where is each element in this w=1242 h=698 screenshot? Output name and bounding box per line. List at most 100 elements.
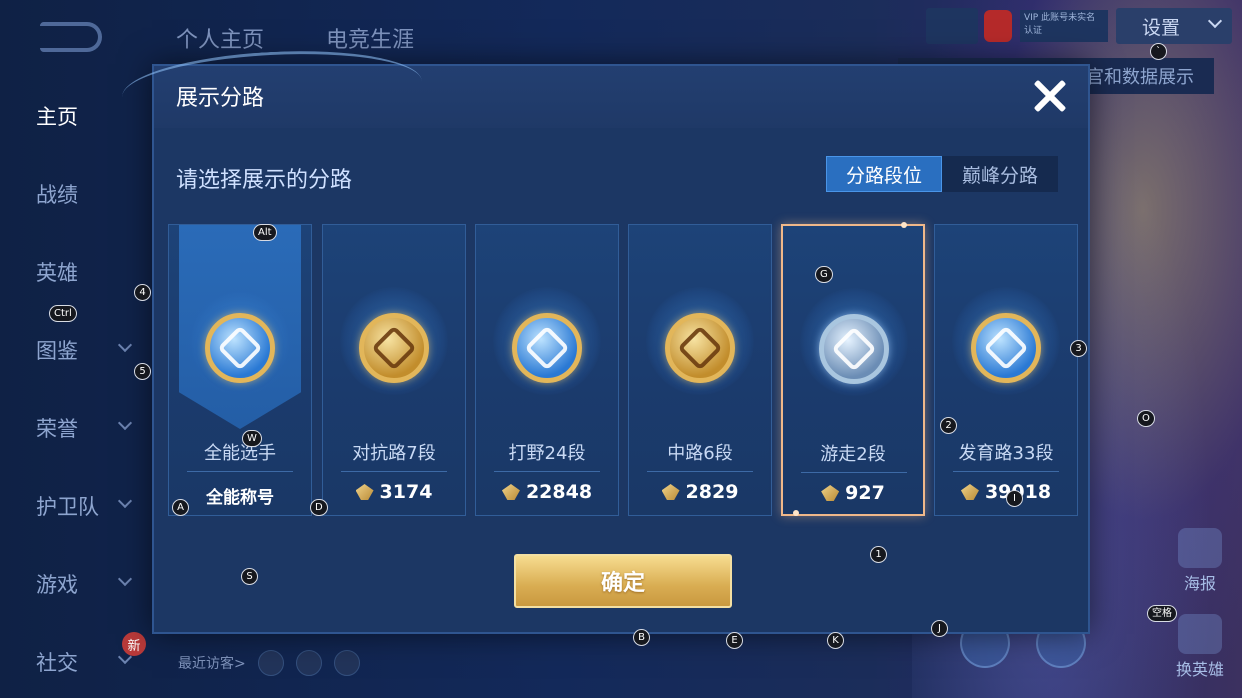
points-icon: [355, 484, 374, 500]
settings-dropdown[interactable]: 设置: [1116, 8, 1232, 44]
medal-emblem: [831, 326, 877, 372]
all-round-medal-icon: [205, 313, 275, 383]
selected-corner-dot: [793, 510, 799, 516]
lane-name: 对抗路7段: [352, 443, 436, 464]
key-hint: 4: [134, 284, 151, 301]
chevron-down-icon: [117, 493, 133, 509]
lane-card-farm-lane[interactable]: 发育路33段 39018: [934, 224, 1078, 516]
sidebar-item-guard-team[interactable]: 护卫队: [0, 486, 150, 526]
sidebar-item-label: 社交: [36, 651, 78, 675]
sidebar-item-collection[interactable]: 图鉴: [0, 330, 150, 370]
medal-emblem: [217, 325, 263, 371]
key-hint: 1: [870, 546, 887, 563]
key-hint: S: [241, 568, 258, 585]
card-divider: [953, 471, 1059, 472]
card-divider: [187, 471, 293, 472]
sidebar-item-game[interactable]: 游戏: [0, 564, 150, 604]
close-icon[interactable]: [1030, 76, 1070, 116]
chevron-down-icon: [117, 571, 133, 587]
lane-points: 927: [783, 482, 923, 504]
sidebar-item-record[interactable]: 战绩: [0, 174, 150, 214]
key-hint: I: [1006, 490, 1023, 507]
tab-esports-career[interactable]: 电竞生涯: [326, 22, 414, 54]
lane-card-clash-lane[interactable]: 对抗路7段 3174: [322, 224, 466, 516]
vip-status: VIP 此账号未实名认证: [1020, 10, 1108, 42]
chevron-down-icon: [117, 415, 133, 431]
sidebar-item-label: 荣誉: [36, 417, 78, 441]
dialog-header: 展示分路: [120, 44, 1088, 134]
points-icon: [661, 484, 680, 500]
medal-emblem: [524, 325, 570, 371]
sidebar-item-label: 英雄: [36, 261, 78, 285]
roam-medal-icon: [819, 314, 889, 384]
confirm-button[interactable]: 确定: [514, 554, 732, 608]
lane-name: 中路6段: [667, 443, 733, 464]
key-hint: E: [726, 632, 743, 649]
tab-lane-rank[interactable]: 分路段位: [826, 156, 942, 192]
points-icon: [501, 484, 520, 500]
card-divider: [647, 471, 753, 472]
lane-card-all-round[interactable]: 全能选手 全能称号: [168, 224, 312, 516]
sidebar-item-label: 护卫队: [36, 495, 99, 519]
tab-peak-lane[interactable]: 巅峰分路: [942, 156, 1058, 192]
visitor-avatar[interactable]: [257, 650, 284, 676]
chevron-down-icon: [117, 337, 133, 353]
dialog-title: 展示分路: [176, 86, 265, 111]
medal-emblem: [371, 325, 417, 371]
key-hint: O: [1137, 410, 1155, 427]
poster-label: 海报: [1183, 574, 1216, 593]
key-hint: B: [633, 629, 650, 646]
key-hint: Alt: [253, 224, 277, 241]
tab-profile[interactable]: 个人主页: [176, 22, 264, 54]
change-hero-icon: [1178, 614, 1222, 654]
sidebar-item-label: 游戏: [36, 573, 78, 597]
notification-icon[interactable]: [926, 8, 978, 44]
key-hint: A: [172, 499, 189, 516]
farm-lane-medal-icon: [971, 313, 1041, 383]
lane-tabs: 分路段位 巅峰分路: [826, 156, 1058, 192]
top-nav: 个人主页 电竞生涯: [176, 22, 414, 54]
sidebar-item-label: 战绩: [36, 183, 78, 207]
key-hint: W: [242, 430, 262, 447]
key-hint: J: [931, 620, 948, 637]
points-icon: [960, 484, 979, 500]
points-value: 3174: [379, 481, 433, 503]
sidebar-item-heroes[interactable]: 英雄: [0, 252, 150, 292]
clash-lane-medal-icon: [359, 313, 429, 383]
points-value: 2829: [685, 481, 739, 503]
sidebar-item-honor[interactable]: 荣誉: [0, 408, 150, 448]
sidebar-item-label: 主页: [36, 105, 78, 129]
dialog-subtitle: 请选择展示的分路: [176, 168, 353, 193]
recent-visitors[interactable]: 最近访客>: [178, 650, 360, 676]
key-hint: G: [815, 266, 833, 283]
points-value: 927: [845, 482, 885, 504]
lane-points: 3174: [323, 481, 465, 503]
back-arrow-icon[interactable]: [40, 22, 102, 52]
sidebar-item-label: 图鉴: [36, 339, 78, 363]
sidebar-item-social[interactable]: 社交 新: [0, 632, 150, 682]
key-hint: 3: [1070, 340, 1087, 357]
lane-name: 游走2段: [820, 444, 886, 465]
key-hint: D: [310, 499, 328, 516]
selected-corner-dot: [901, 222, 907, 228]
data-display-label: 官和数据展示: [1086, 67, 1194, 88]
lane-card-mid-lane[interactable]: 中路6段 2829: [628, 224, 772, 516]
key-hint: 2: [940, 417, 957, 434]
change-hero-button[interactable]: 换英雄: [1170, 614, 1230, 680]
lane-name: 打野24段: [508, 443, 586, 464]
poster-icon: [1178, 528, 1222, 568]
medal-emblem: [677, 325, 723, 371]
settings-label: 设置: [1142, 16, 1181, 39]
key-hint: `: [1150, 43, 1167, 60]
card-divider: [341, 471, 447, 472]
poster-button[interactable]: 海报: [1170, 528, 1230, 594]
points-value: 22848: [525, 481, 593, 503]
card-divider: [801, 472, 907, 473]
visitor-avatar[interactable]: [295, 650, 322, 676]
lane-card-roam[interactable]: 游走2段 927: [781, 222, 925, 516]
key-hint: Ctrl: [49, 305, 77, 322]
avatar[interactable]: [984, 10, 1012, 42]
lane-display-dialog: 展示分路 请选择展示的分路 分路段位 巅峰分路 全能选手 全能称号 对抗路7段 …: [120, 44, 1090, 634]
visitor-avatar[interactable]: [333, 650, 360, 676]
lane-card-jungle[interactable]: 打野24段 22848: [475, 224, 619, 516]
